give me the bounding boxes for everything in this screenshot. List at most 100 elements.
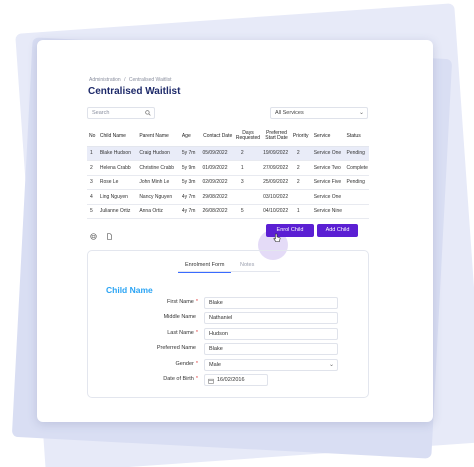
- cell-contact-date: 29/08/2022: [200, 189, 234, 205]
- cell-child-name: Helena Crabb: [97, 160, 138, 176]
- services-select[interactable]: All Services ⌄: [270, 107, 368, 119]
- print-icon[interactable]: [90, 233, 97, 240]
- cell-child-name: Rose Le: [97, 175, 138, 190]
- breadcrumb-item-current: Centralised Waitlist: [128, 77, 172, 83]
- field-label: Last Name *: [167, 330, 198, 336]
- chevron-down-icon: ⌄: [328, 362, 334, 368]
- cell-status: [344, 189, 369, 205]
- waitlist-table: No Child Name Parent Name Age Contact Da…: [87, 127, 369, 219]
- cell-age: 4y 7m: [179, 204, 201, 219]
- table-header-row: No Child Name Parent Name Age Contact Da…: [87, 127, 369, 147]
- form-row-preferred-name: Preferred Name Blake: [88, 343, 368, 355]
- cell-days-requested: [233, 189, 262, 205]
- cell-preferred-start-date: 19/09/2022: [261, 146, 291, 161]
- services-select-value: All Services: [275, 110, 304, 116]
- cell-child-name: Blake Hudson: [97, 146, 138, 161]
- table-row[interactable]: 2 Helena Crabb Christine Crabb 5y 9m 01/…: [87, 160, 369, 176]
- field-label: Middle Name: [163, 314, 196, 320]
- cell-service: Service One: [311, 146, 345, 161]
- gender-select[interactable]: Male ⌄: [204, 359, 338, 371]
- column-header-contact-date[interactable]: Contact Date: [200, 127, 234, 147]
- breadcrumb-item-administration[interactable]: Administration: [89, 77, 121, 83]
- search-input[interactable]: Search: [87, 107, 155, 119]
- field-label: Gender *: [175, 361, 199, 367]
- cell-contact-date: 02/09/2022: [200, 175, 234, 190]
- cell-preferred-start-date: 03/10/2022: [261, 189, 291, 205]
- table-actions: [90, 227, 113, 245]
- cell-age: 4y 7m: [179, 189, 201, 205]
- cell-preferred-start-date: 27/09/2022: [261, 160, 291, 176]
- cell-status: [344, 204, 369, 219]
- cell-preferred-start-date: 04/10/2022: [261, 204, 291, 219]
- cell-status: Complete: [344, 160, 369, 176]
- cell-status: Pending: [344, 146, 369, 161]
- cell-priority: 1: [290, 204, 312, 219]
- table-row[interactable]: 3 Rose Le John Minh Le 5y 3m 02/09/2022 …: [87, 175, 369, 190]
- preferred-name-field[interactable]: Blake: [204, 343, 338, 355]
- column-header-status[interactable]: Status: [344, 127, 369, 147]
- cell-child-name: Julianne Ortiz: [97, 204, 138, 219]
- column-header-preferred-start-date[interactable]: Preferred Start Date: [261, 127, 291, 147]
- pointer-cursor-icon: [273, 233, 281, 242]
- cell-priority: 2: [290, 146, 312, 161]
- cell-priority: [290, 189, 312, 205]
- cell-contact-date: 01/09/2022: [200, 160, 234, 176]
- table-row[interactable]: 4 Ling Nguyen Nancy Nguyen 4y 7m 29/08/2…: [87, 189, 369, 205]
- cell-child-name: Ling Nguyen: [97, 189, 138, 205]
- field-label: Preferred Name: [156, 345, 196, 351]
- cell-no: 1: [87, 146, 98, 161]
- date-of-birth-value: 16/02/2016: [217, 377, 245, 383]
- column-header-days-requested[interactable]: Days Requested: [233, 127, 262, 147]
- middle-name-field[interactable]: Nathaniel: [204, 312, 338, 324]
- gender-value: Male: [209, 362, 221, 368]
- column-header-service[interactable]: Service: [311, 127, 345, 147]
- search-placeholder: Search: [92, 110, 110, 116]
- cell-days-requested: 2: [233, 146, 262, 161]
- app-window: Administration / Centralised Waitlist Ce…: [37, 40, 433, 422]
- first-name-field[interactable]: Blake: [204, 297, 338, 309]
- cell-contact-date: 26/08/2022: [200, 204, 234, 219]
- add-child-button[interactable]: Add Child: [317, 224, 358, 237]
- cell-status: Pending: [344, 175, 369, 190]
- search-icon[interactable]: [145, 110, 151, 116]
- cell-days-requested: 1: [233, 160, 262, 176]
- cell-parent-name: Craig Hudson: [137, 146, 180, 161]
- calendar-icon[interactable]: [208, 378, 214, 384]
- column-header-priority[interactable]: Priority: [290, 127, 312, 147]
- column-header-parent-name[interactable]: Parent Name: [137, 127, 180, 147]
- breadcrumb-separator: /: [124, 77, 126, 83]
- cell-age: 5y 9m: [179, 160, 201, 176]
- tab-divider: [178, 271, 280, 272]
- field-label: Date of Birth *: [163, 376, 198, 382]
- page-title: Centralised Waitlist: [88, 86, 181, 97]
- cell-service: Service Nine: [311, 204, 345, 219]
- form-row-first-name: First Name * Blake: [88, 297, 368, 309]
- cell-no: 2: [87, 160, 98, 176]
- last-name-field[interactable]: Hudson: [204, 328, 338, 340]
- breadcrumb: Administration / Centralised Waitlist: [89, 77, 173, 83]
- cell-service: Service One: [311, 189, 345, 205]
- cell-preferred-start-date: 25/09/2022: [261, 175, 291, 190]
- column-header-child-name[interactable]: Child Name: [97, 127, 138, 147]
- date-of-birth-field[interactable]: 16/02/2016: [204, 374, 268, 386]
- cell-service: Service Two: [311, 160, 345, 176]
- cell-no: 4: [87, 189, 98, 205]
- cell-days-requested: 3: [233, 175, 262, 190]
- document-icon[interactable]: [106, 233, 113, 240]
- table-row[interactable]: 1 Blake Hudson Craig Hudson 5y 7m 05/09/…: [87, 146, 369, 161]
- column-header-no[interactable]: No: [87, 127, 98, 147]
- form-row-middle-name: Middle Name Nathaniel: [88, 312, 368, 324]
- form-row-last-name: Last Name * Hudson: [88, 328, 368, 340]
- form-row-gender: Gender * Male ⌄: [88, 359, 368, 371]
- cell-parent-name: Nancy Nguyen: [137, 189, 180, 205]
- table-row[interactable]: 5 Julianne Ortiz Anna Ortiz 4y 7m 26/08/…: [87, 204, 369, 219]
- cell-priority: 2: [290, 160, 312, 176]
- form-row-date-of-birth: Date of Birth * 16/02/2016: [88, 374, 368, 386]
- chevron-down-icon: ⌄: [358, 110, 364, 116]
- cell-service: Service Five: [311, 175, 345, 190]
- cell-days-requested: 5: [233, 204, 262, 219]
- field-label: First Name *: [166, 299, 198, 305]
- cell-no: 5: [87, 204, 98, 219]
- column-header-age[interactable]: Age: [179, 127, 201, 147]
- cell-age: 5y 7m: [179, 146, 201, 161]
